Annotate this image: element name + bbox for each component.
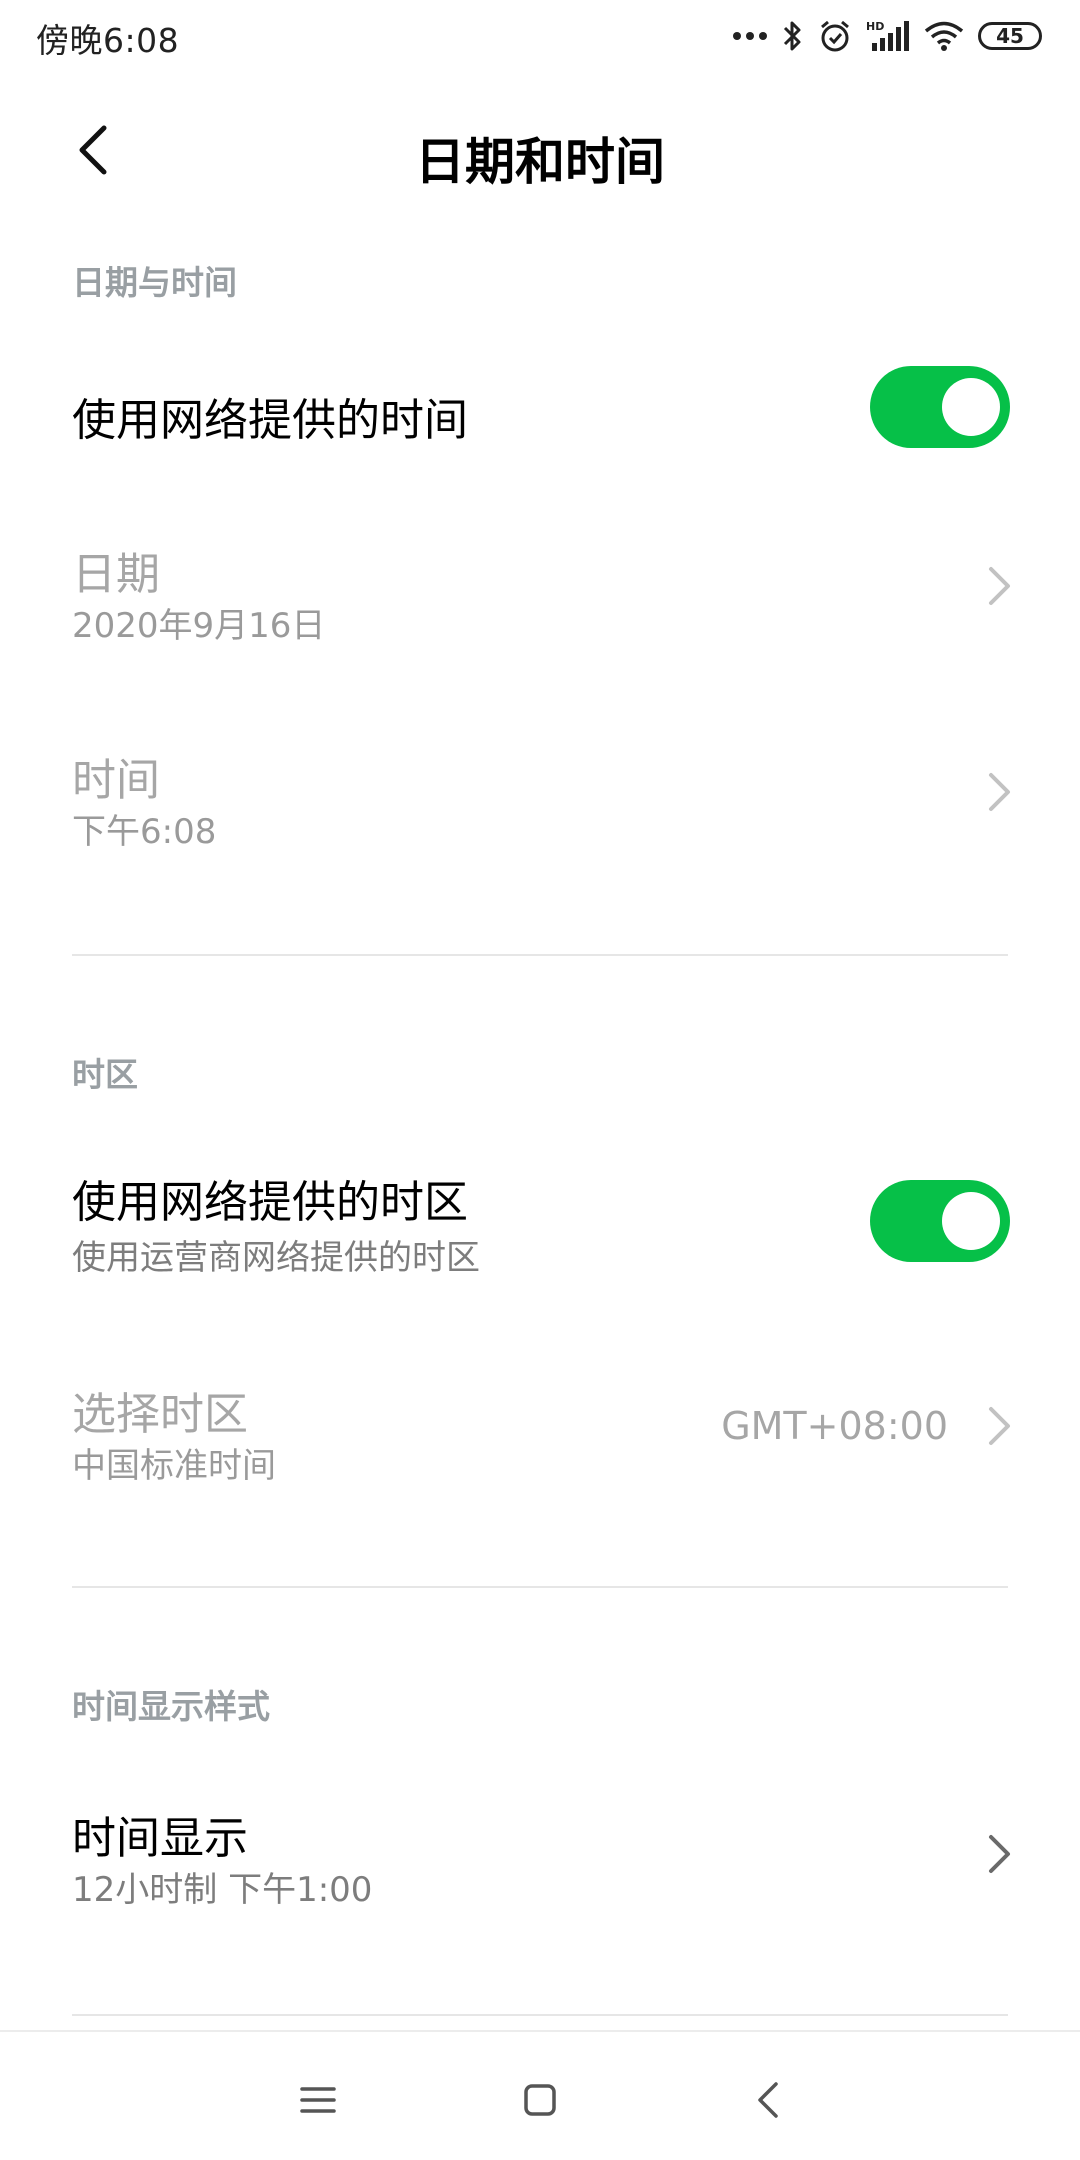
status-time: 傍晚6:08 — [36, 21, 180, 60]
divider — [72, 954, 1008, 956]
time-format-title: 时间显示 — [72, 1813, 248, 1864]
bluetooth-icon — [782, 19, 804, 53]
time-format-row[interactable]: 时间显示 12小时制 下午1:00 — [0, 1786, 1080, 1946]
section-header-timezone: 时区 — [72, 1055, 138, 1094]
network-time-toggle[interactable] — [870, 366, 1010, 448]
date-value: 2020年9月16日 — [72, 606, 326, 646]
chevron-right-icon — [989, 567, 1010, 605]
nav-bar — [0, 2030, 1080, 2160]
network-timezone-title: 使用网络提供的时区 — [72, 1177, 468, 1228]
toggle-knob — [942, 378, 1000, 436]
home-button[interactable] — [510, 2070, 570, 2130]
select-timezone-subtitle: 中国标准时间 — [72, 1446, 276, 1486]
time-value: 下午6:08 — [72, 812, 217, 852]
network-time-row[interactable]: 使用网络提供的时间 — [0, 340, 1080, 480]
menu-button[interactable] — [288, 2070, 348, 2130]
hd-signal-icon: HD — [866, 19, 910, 53]
time-row[interactable]: 时间 下午6:08 — [0, 726, 1080, 886]
network-time-title: 使用网络提供的时间 — [72, 395, 468, 446]
menu-icon — [300, 2087, 336, 2113]
time-title: 时间 — [72, 755, 160, 806]
divider — [72, 1586, 1008, 1588]
chevron-right-icon — [989, 773, 1010, 811]
date-row[interactable]: 日期 2020年9月16日 — [0, 520, 1080, 680]
date-title: 日期 — [72, 549, 160, 600]
wifi-icon — [924, 20, 964, 52]
battery-icon: 45 — [978, 22, 1042, 50]
back-icon — [758, 2082, 778, 2118]
home-icon — [524, 2084, 556, 2116]
nav-back-button[interactable] — [738, 2070, 798, 2130]
chevron-right-icon — [989, 1835, 1010, 1873]
status-icons: HD 45 — [732, 16, 1042, 56]
screen: 傍晚6:08 HD 45 日期和时间 日期与时间 使用网络提供的时间 日期 20… — [0, 0, 1080, 2160]
network-timezone-toggle[interactable] — [870, 1180, 1010, 1262]
timezone-value: GMT+08:00 — [721, 1404, 948, 1448]
toggle-knob — [942, 1192, 1000, 1250]
chevron-right-icon — [989, 1407, 1010, 1445]
svg-text:HD: HD — [866, 20, 884, 33]
network-timezone-row[interactable]: 使用网络提供的时区 使用运营商网络提供的时区 — [0, 1150, 1080, 1310]
section-header-date-time: 日期与时间 — [72, 263, 237, 302]
divider — [72, 2014, 1008, 2016]
page-title: 日期和时间 — [415, 133, 665, 191]
section-header-display: 时间显示样式 — [72, 1687, 270, 1726]
select-timezone-row[interactable]: 选择时区 中国标准时间 GMT+08:00 — [0, 1370, 1080, 1530]
header: 日期和时间 — [0, 100, 1080, 200]
network-timezone-subtitle: 使用运营商网络提供的时区 — [72, 1238, 480, 1278]
status-bar: 傍晚6:08 HD 45 — [0, 0, 1080, 74]
time-format-subtitle: 12小时制 下午1:00 — [72, 1870, 373, 1910]
select-timezone-title: 选择时区 — [72, 1389, 248, 1440]
battery-level: 45 — [996, 24, 1024, 48]
alarm-icon — [818, 19, 852, 53]
more-dots-icon — [732, 30, 768, 42]
